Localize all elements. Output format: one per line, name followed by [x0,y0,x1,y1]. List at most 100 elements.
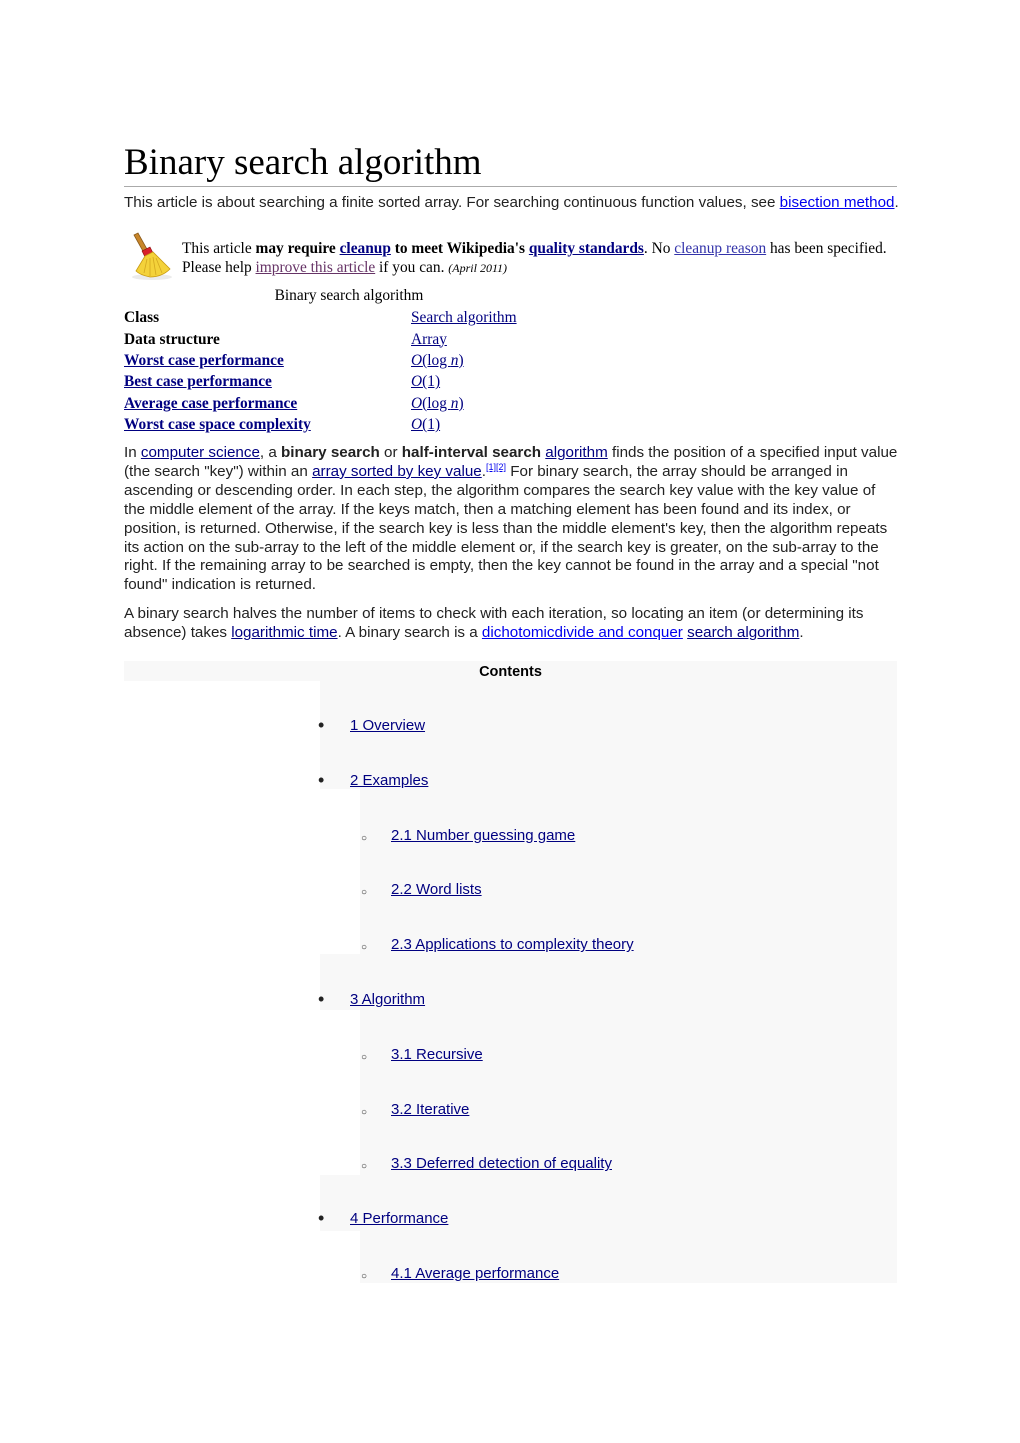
logarithmic-time-link[interactable]: logarithmic time [231,624,337,641]
infobox-caption: Binary search algorithm [274,287,424,304]
complexity-arg: (log [422,351,451,369]
bullet-circle-icon [361,1046,367,1068]
notice-text: if you can. [375,259,449,276]
divide-and-conquer-link[interactable]: dichotomicdivide and conquer [482,624,683,641]
infobox-row: Worst case performance O(log n) [124,350,517,371]
infobox-label: Worst case performance [124,350,411,371]
bullet-circle-icon [361,1155,367,1177]
infobox-label: Average case performance [124,393,411,414]
infobox-row: Average case performance O(log n) [124,393,517,414]
big-o: O [411,394,423,412]
infobox-row: Best case performance O(1) [124,371,517,392]
infobox-value-link[interactable]: O(log n) [411,352,464,369]
bullet-circle-icon [361,881,367,903]
toc-link[interactable]: 3.2 Iterative [391,1101,469,1119]
infobox-value-link[interactable]: Array [411,331,447,348]
infobox-row: Worst case space complexity O(1) [124,414,517,435]
text: , a [259,444,282,461]
infobox-row: Data structure Array [124,328,517,349]
infobox-label-link[interactable]: Best case performance [124,373,272,390]
broom-icon [132,232,172,280]
infobox-table: Class Search algorithm Data structure Array… [124,307,517,435]
infobox-value-link[interactable]: O(log n) [411,395,464,412]
infobox-label-link[interactable]: Worst case space complexity [124,416,311,433]
hatnote-text: This article is about searching a finite… [124,194,780,211]
big-o: O [411,416,423,434]
complexity-arg: (1) [422,373,441,391]
infobox-value: Array [411,328,517,349]
infobox-label-link[interactable]: Average case performance [124,395,297,412]
cleanup-notice-text: This article may require cleanup to meet… [182,239,897,278]
infobox-label: Data structure [124,330,220,348]
cleanup-link[interactable]: cleanup [340,240,391,257]
toc-background [360,1010,897,1175]
bullet-disc-icon [318,991,324,1009]
bullet-disc-icon [318,1210,324,1228]
toc-link[interactable]: 3.3 Deferred detection of equality [391,1155,612,1173]
infobox-value: O(log n) [411,393,517,414]
toc-background [360,789,897,954]
bullet-circle-icon [361,827,367,849]
text: . [799,623,804,641]
toc-link[interactable]: 2.2 Word lists [391,881,482,899]
toc-link[interactable]: 1 Overview [350,717,425,735]
text: . A binary search is a [337,623,482,641]
second-paragraph: A binary search halves the number of ite… [124,605,899,643]
big-o: O [411,373,423,391]
bullet-circle-icon [361,1265,367,1287]
infobox-value-link[interactable]: O(1) [411,373,440,390]
text: For binary search, the array should be a… [124,462,888,594]
toc-link[interactable]: 2.1 Number guessing game [391,827,575,845]
toc-link[interactable]: 3.1 Recursive [391,1046,483,1064]
infobox: Binary search algorithm Class Search algo… [124,285,584,435]
infobox-row: Class Search algorithm [124,307,517,328]
notice-text: . No [643,240,675,257]
infobox-value-link[interactable]: Search algorithm [411,309,517,326]
infobox-value: O(1) [411,371,517,392]
search-algorithm-link[interactable]: search algorithm [687,624,799,641]
computer-science-link[interactable]: computer science [141,444,260,461]
hatnote: This article is about searching a finite… [124,193,899,212]
complexity-arg: (log [422,394,451,412]
complexity-close: ) [458,394,464,412]
complexity-close: ) [458,351,464,369]
term-half-interval-search: half-interval search [401,444,542,461]
notice-bold: may require [255,240,340,257]
term-binary-search: binary search [281,444,380,461]
bisection-method-link[interactable]: bisection method [780,194,895,211]
big-o: O [411,351,423,369]
reference-1-link[interactable]: [1] [486,462,496,472]
toc-link[interactable]: 3 Algorithm [350,991,425,1009]
improve-article-link[interactable]: improve this article [256,259,376,276]
infobox-value: Search algorithm [411,307,517,328]
page-title: Binary search algorithm [124,140,897,187]
text: In [124,444,141,461]
algorithm-link[interactable]: algorithm [545,444,607,461]
toc-title: Contents [124,661,897,681]
complexity-arg: (1) [422,416,441,434]
notice-bold: to meet Wikipedia's [390,240,529,257]
infobox-label: Best case performance [124,371,411,392]
bullet-circle-icon [361,1101,367,1123]
quality-standards-link[interactable]: quality standards [529,240,644,257]
notice-date: (April 2011) [448,261,508,275]
cleanup-notice: This article may require cleanup to meet… [124,229,897,281]
infobox-value: O(log n) [411,350,517,371]
infobox-label-link[interactable]: Worst case performance [124,352,284,369]
toc-link[interactable]: 2 Examples [350,772,428,790]
infobox-value: O(1) [411,414,517,435]
reference-2-link[interactable]: [2] [496,462,506,472]
sorted-array-link[interactable]: array sorted by key value [312,463,482,480]
toc-link[interactable]: 2.3 Applications to complexity theory [391,936,634,954]
intro-paragraph: In computer science, a binary search or … [124,444,899,595]
toc-link[interactable]: 4.1 Average performance [391,1265,559,1283]
bullet-disc-icon [318,717,324,735]
toc-link[interactable]: 4 Performance [350,1210,448,1228]
notice-text: This article [182,240,256,257]
infobox-value-link[interactable]: O(1) [411,416,440,433]
text: or [379,444,402,461]
cleanup-reason-link[interactable]: cleanup reason [674,240,766,257]
infobox-label: Worst case space complexity [124,414,411,435]
hatnote-period: . [894,194,899,211]
bullet-circle-icon [361,936,367,958]
